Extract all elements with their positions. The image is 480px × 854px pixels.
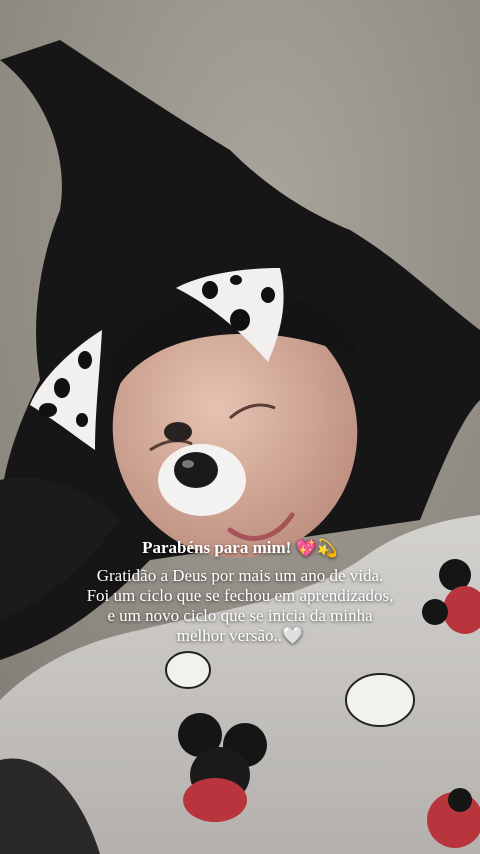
- mickey-glove-right: [345, 673, 415, 727]
- caption-line-4: melhor versão..🤍: [176, 626, 304, 645]
- story-title-text: Parabéns para mim!: [142, 538, 292, 557]
- caption-line-1: Gratidão a Deus por mais um ano de vida.: [96, 566, 384, 585]
- mickey-glove-left: [165, 651, 211, 689]
- photo-scene: [0, 0, 480, 854]
- title-emojis: 💖💫: [295, 539, 338, 559]
- story-caption: Gratidão a Deus por mais um ano de vida.…: [0, 566, 480, 646]
- caption-line-3: e um novo ciclo que se inicia da minha: [107, 606, 373, 625]
- caption-line-2: Foi um ciclo que se fechou em aprendizad…: [86, 586, 394, 605]
- story-title: Parabéns para mim! 💖💫: [0, 538, 480, 559]
